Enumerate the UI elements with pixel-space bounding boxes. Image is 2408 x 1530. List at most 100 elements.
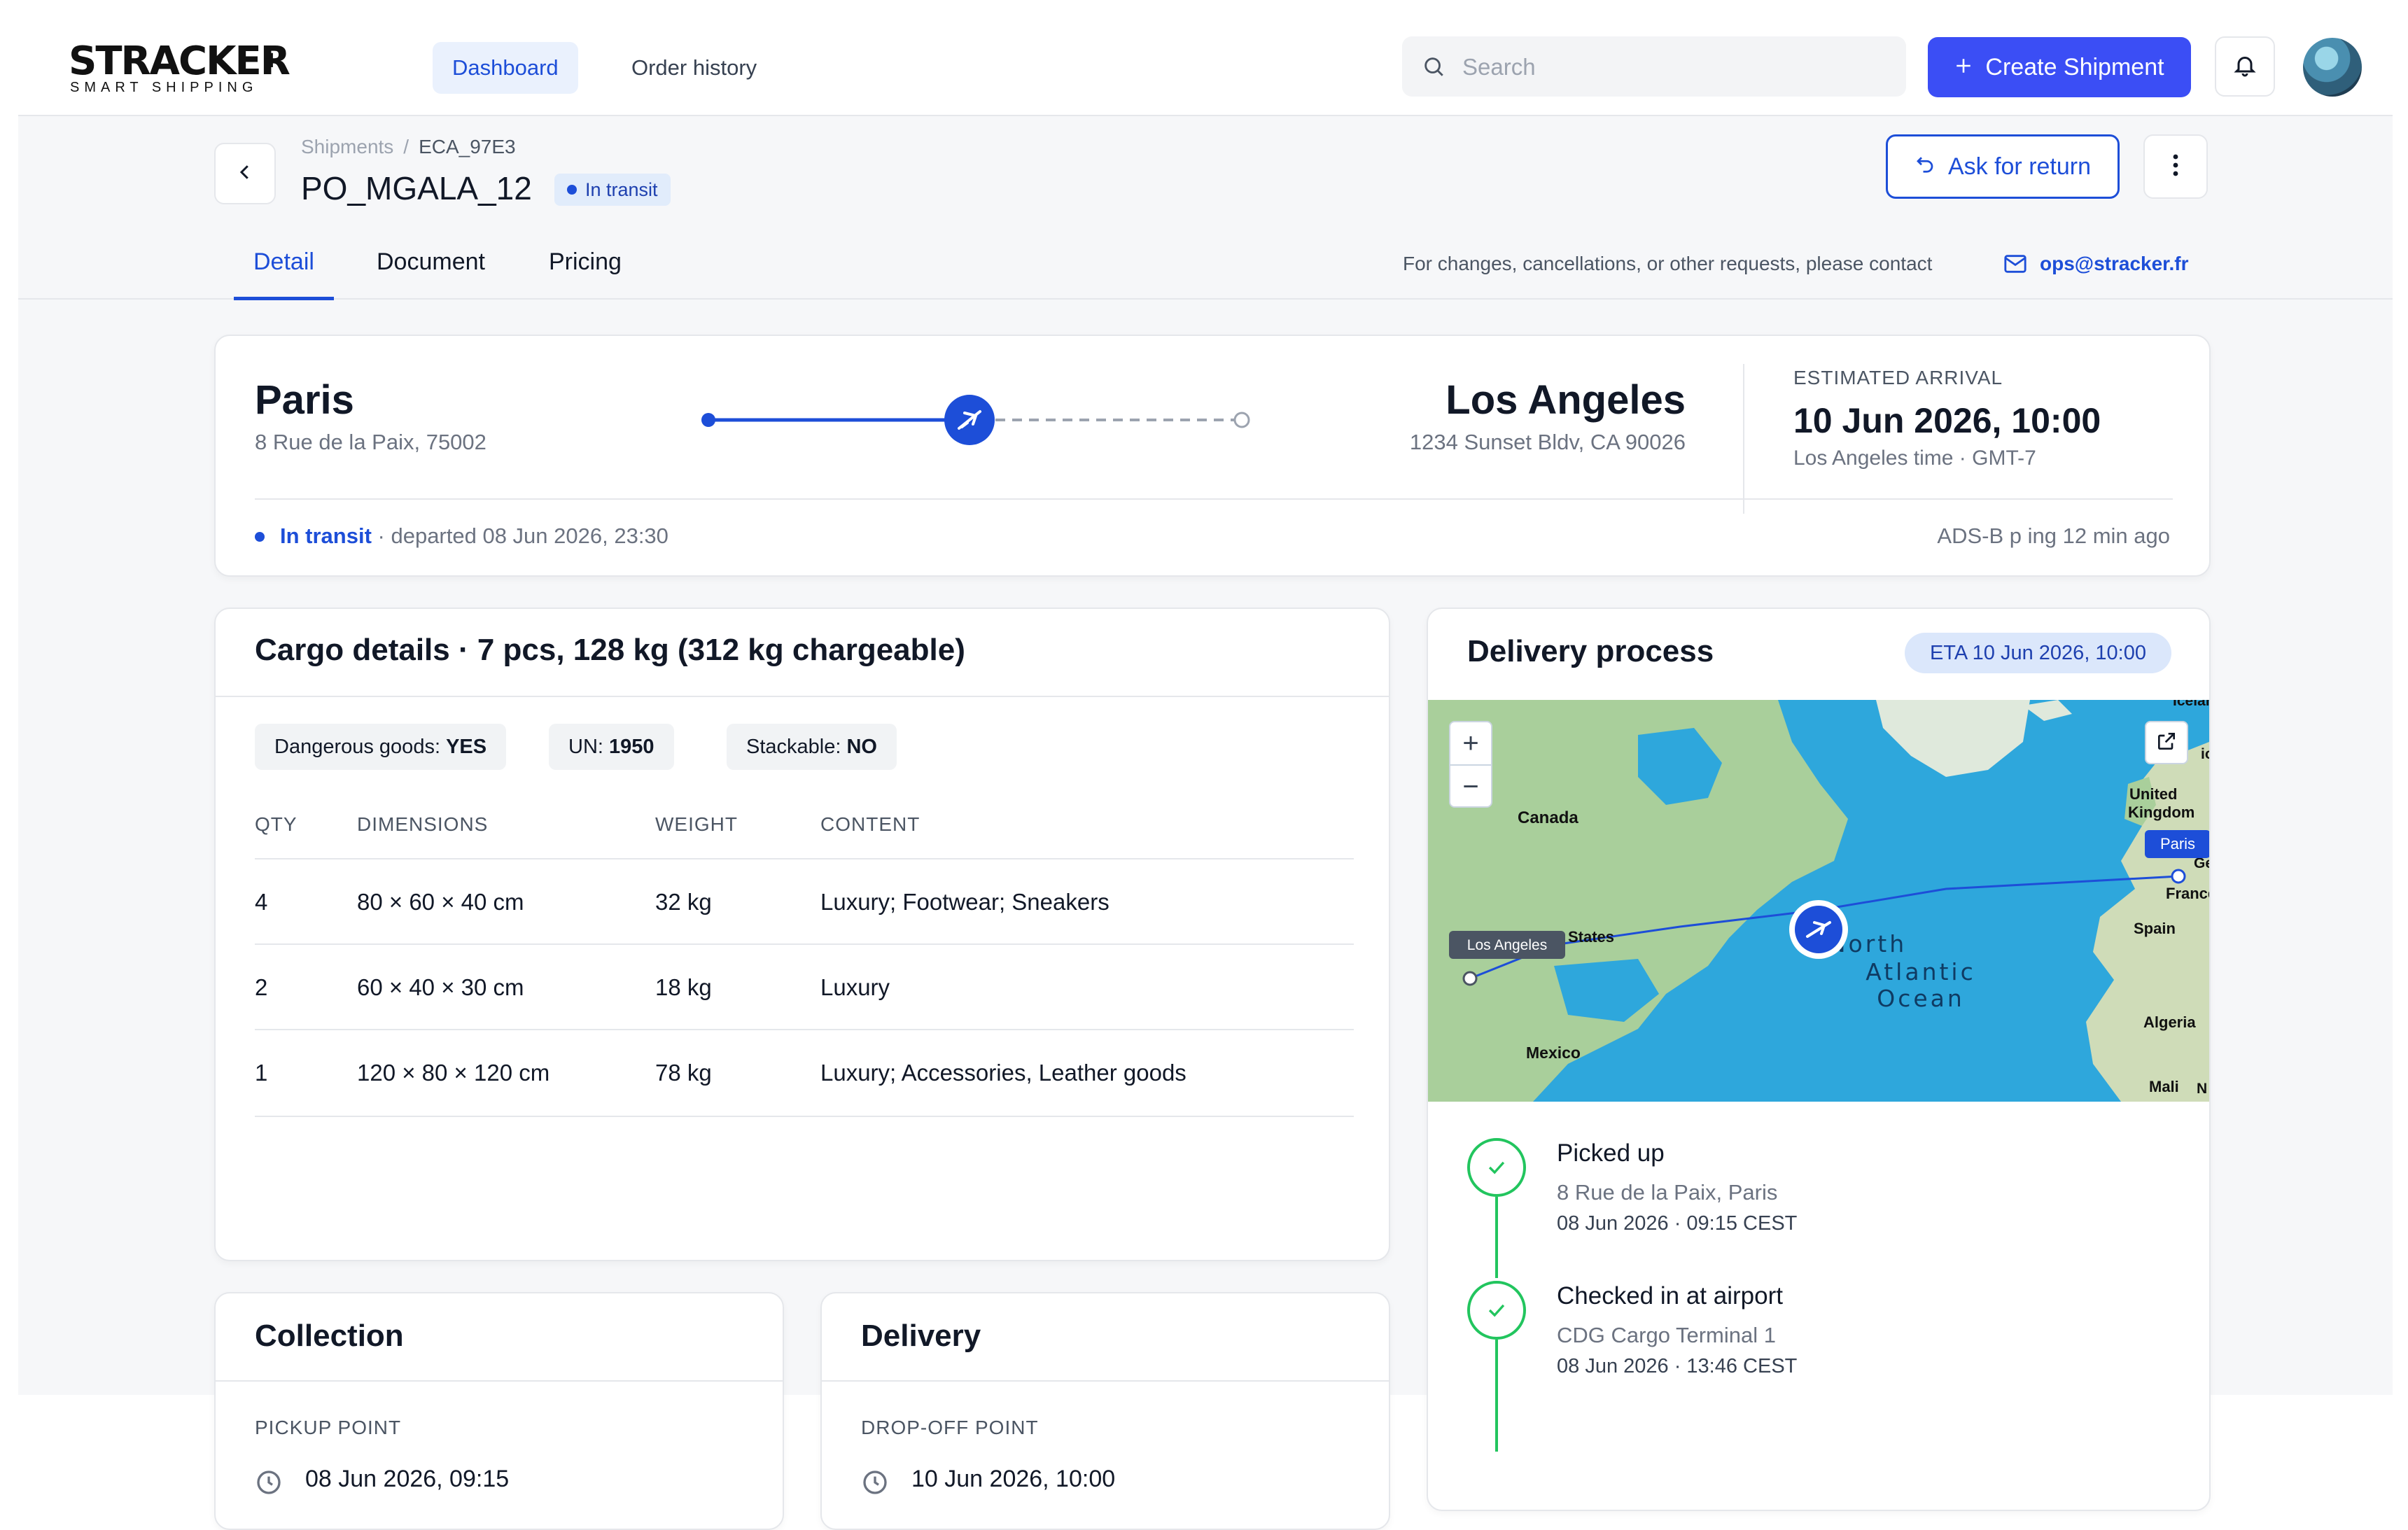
breadcrumb-shipments[interactable]: Shipments	[301, 136, 393, 157]
user-avatar[interactable]	[2303, 38, 2362, 97]
cell-dimensions: 80 × 60 × 40 cm	[357, 889, 524, 915]
create-shipment-button[interactable]: Create Shipment	[1928, 37, 2191, 97]
map-canvas: Iceland ior Canada United Kingdom Ge Fra…	[1428, 693, 2209, 1102]
timeline-step-place: CDG Cargo Terminal 1	[1557, 1323, 1776, 1347]
table-row: 4 80 × 60 × 40 cm 32 kg Luxury; Footwear…	[255, 858, 1354, 945]
column-header-weight: WEIGHT	[655, 813, 738, 835]
open-map-button[interactable]	[2145, 721, 2188, 764]
map-label-atlantic: Atlantic	[1865, 958, 1976, 985]
route-progress	[701, 395, 1250, 445]
nav-tab-dashboard[interactable]: Dashboard	[433, 42, 578, 94]
map-label-algeria: Algeria	[2143, 1013, 2196, 1031]
map-label-mexico: Mexico	[1526, 1044, 1581, 1062]
pickup-datetime: 08 Jun 2026, 09:15	[305, 1466, 510, 1492]
timeline-connector	[1495, 1197, 1498, 1278]
eta-divider	[1743, 364, 1744, 514]
map-label-states: States	[1568, 928, 1614, 946]
cargo-details-card: Cargo details · 7 pcs, 128 kg (312 kg ch…	[214, 608, 1390, 1261]
nav-tab-order-history[interactable]: Order history	[612, 42, 776, 94]
collection-card: Collection PICKUP POINT 08 Jun 2026, 09:…	[214, 1292, 784, 1530]
origin-city: Paris	[255, 377, 354, 423]
status-badge-label: In transit	[585, 179, 658, 200]
notifications-button[interactable]	[2215, 36, 2275, 97]
cell-content: Luxury	[820, 974, 890, 1000]
brand-tagline: SMART SHIPPING	[70, 80, 258, 95]
timeline-step-time: 08 Jun 2026 · 09:15 CEST	[1557, 1212, 1798, 1235]
create-shipment-label: Create Shipment	[1985, 53, 2164, 80]
clock-icon	[255, 1468, 283, 1500]
map-label-iceland: Iceland	[2173, 700, 2209, 709]
cell-qty: 2	[255, 974, 268, 1000]
zoom-in-button[interactable]: +	[1450, 722, 1491, 766]
departed-text: · departed 08 Jun 2026, 23:30	[377, 524, 668, 548]
zoom-out-button[interactable]: −	[1450, 766, 1491, 808]
map-label-spain: Spain	[2134, 920, 2176, 937]
return-arrow-icon	[1914, 153, 1935, 181]
cell-qty: 1	[255, 1060, 268, 1086]
delivery-process-card: Delivery process ETA 10 Jun 2026, 10:00	[1427, 608, 2211, 1511]
timeline-step: Checked in at airport CDG Cargo Terminal…	[1467, 1281, 2167, 1452]
chevron-left-icon	[234, 162, 255, 186]
origin-address: 8 Rue de la Paix, 75002	[255, 430, 486, 454]
tab-pricing[interactable]: Pricing	[529, 239, 641, 297]
route-summary-card: Paris 8 Rue de la Paix, 75002 Los Angele…	[214, 335, 2211, 577]
map-label-mali: Mali	[2149, 1078, 2179, 1095]
divider	[216, 1380, 783, 1382]
ping-status: ADS-B p ing 12 min ago	[1937, 524, 2170, 548]
timeline-step: Picked up 8 Rue de la Paix, Paris 08 Jun…	[1467, 1138, 2167, 1285]
timeline-step-name: Checked in at airport	[1557, 1282, 1783, 1310]
chip-value: 1950	[609, 736, 654, 758]
dropoff-card: Delivery DROP-OFF POINT 10 Jun 2026, 10:…	[820, 1292, 1390, 1530]
map-label-ocean: Ocean	[1877, 985, 1965, 1012]
more-options-button[interactable]	[2143, 134, 2208, 199]
eta-timezone: Los Angeles time · GMT-7	[1793, 447, 2036, 470]
check-circle-icon	[1467, 1281, 1526, 1340]
eta-value: 10 Jun 2026, 10:00	[1793, 401, 2101, 440]
timeline-step-name: Picked up	[1557, 1139, 1665, 1167]
map-pin-label-los-angeles: Los Angeles	[1467, 937, 1547, 953]
column-header-content: CONTENT	[820, 813, 920, 835]
contact-email-link[interactable]: ops@stracker.fr	[2040, 253, 2189, 275]
divider	[255, 498, 2173, 500]
search-input[interactable]	[1461, 36, 1884, 98]
tab-detail[interactable]: Detail	[234, 239, 334, 300]
external-link-icon	[2155, 730, 2178, 756]
breadcrumb: Shipments / ECA_97E3	[301, 136, 516, 158]
status-badge: In transit	[554, 174, 671, 206]
chip-label: UN:	[568, 736, 603, 758]
eta-pill: ETA 10 Jun 2026, 10:00	[1904, 633, 2171, 673]
zoom-controls: + −	[1449, 721, 1492, 808]
map-label-united: United	[2129, 785, 2177, 803]
chip-label: Stackable:	[746, 736, 841, 758]
bell-icon	[2232, 52, 2258, 81]
dropoff-point-label: DROP-OFF POINT	[861, 1417, 1039, 1438]
map-pin-los-angeles	[1462, 971, 1478, 986]
chip-value: YES	[446, 736, 487, 758]
plus-icon	[1954, 54, 1973, 81]
tab-document[interactable]: Document	[357, 239, 505, 297]
search-box[interactable]	[1402, 36, 1906, 98]
chip-label: Dangerous goods:	[274, 736, 440, 758]
page: STRACKER + SMART SHIPPING Dashboard Orde…	[0, 0, 2408, 1530]
column-header-qty: QTY	[255, 813, 298, 835]
clock-icon	[861, 1468, 889, 1500]
cell-content: Luxury; Footwear; Sneakers	[820, 889, 1110, 915]
dropoff-datetime: 10 Jun 2026, 10:00	[911, 1466, 1116, 1492]
mail-icon	[2003, 253, 2027, 278]
route-destination-dot	[1233, 412, 1250, 428]
table-row: 1 120 × 80 × 120 cm 78 kg Luxury; Access…	[255, 1029, 1354, 1117]
destination-address: 1234 Sunset Bldv, CA 90026	[1409, 430, 1686, 454]
page-title: PO_MGALA_12	[301, 170, 532, 206]
cell-weight: 78 kg	[655, 1060, 712, 1086]
top-navigation: STRACKER + SMART SHIPPING Dashboard Orde…	[18, 0, 2393, 116]
ask-for-return-button[interactable]: Ask for return	[1886, 134, 2120, 199]
timeline-connector	[1495, 1340, 1498, 1452]
column-header-dimensions: DIMENSIONS	[357, 813, 489, 835]
transit-status: In transit · departed 08 Jun 2026, 23:30	[255, 524, 668, 549]
back-button[interactable]	[214, 143, 276, 204]
table-row: 2 60 × 40 × 30 cm 18 kg Luxury	[255, 943, 1354, 1030]
check-circle-icon	[1467, 1138, 1526, 1197]
tracking-map[interactable]: Iceland ior Canada United Kingdom Ge Fra…	[1428, 693, 2209, 1102]
brand-logo[interactable]: STRACKER + SMART SHIPPING	[69, 41, 300, 97]
cell-content: Luxury; Accessories, Leather goods	[820, 1060, 1186, 1086]
